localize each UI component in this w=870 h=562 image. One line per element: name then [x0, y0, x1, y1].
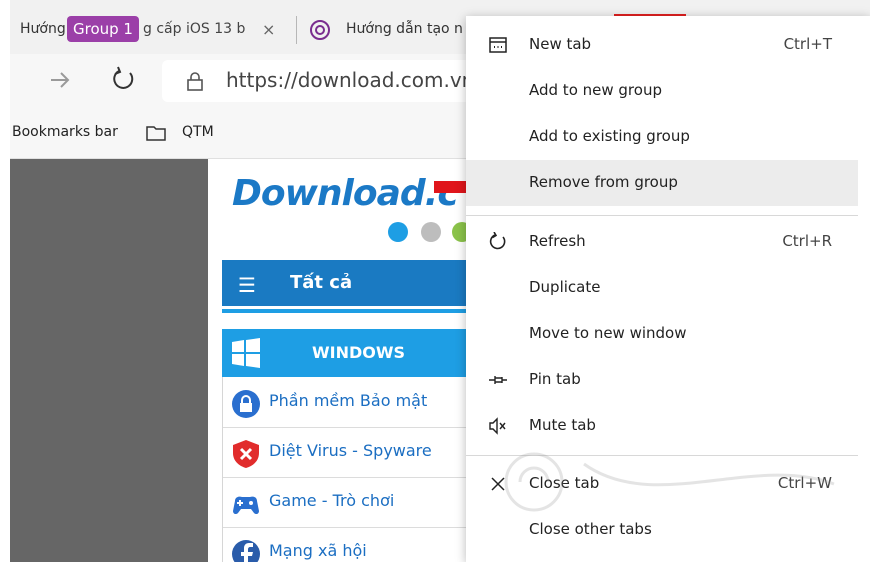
carousel-dot[interactable] [421, 222, 441, 242]
menu-item-add-to-new-group[interactable]: Add to new group [466, 68, 858, 114]
site-logo[interactable]: Download.c [232, 173, 459, 214]
address-bar[interactable]: https://download.com.vn [162, 60, 502, 102]
menu-item-label: Close tab [529, 474, 600, 492]
tab-title: Hướng dẫn tạo n [346, 21, 463, 37]
gamepad-icon [233, 496, 259, 515]
tab-favicon-icon [310, 20, 330, 40]
list-item[interactable]: Diệt Virus - Spyware [223, 427, 477, 478]
menu-item-label: Duplicate [529, 278, 601, 296]
menu-separator [466, 215, 858, 216]
category-title: Tất cả [290, 272, 353, 293]
menu-item-label: Pin tab [529, 370, 581, 388]
tab-separator [296, 16, 297, 44]
menu-item-label: Close other tabs [529, 520, 652, 538]
tab-context-menu: New tab Ctrl+T Add to new group Add to e… [466, 16, 870, 562]
new-tab-icon [489, 37, 507, 53]
menu-item-remove-from-group[interactable]: Remove from group [466, 160, 858, 206]
menu-item-label: Refresh [529, 232, 586, 250]
menu-item-label: Remove from group [529, 173, 678, 191]
menu-item-add-to-existing-group[interactable]: Add to existing group [466, 114, 858, 160]
bookmarks-bar-label: Bookmarks bar [12, 124, 118, 140]
menu-item-duplicate[interactable]: Duplicate [466, 265, 858, 311]
lock-icon [232, 390, 260, 418]
menu-item-mute-tab[interactable]: Mute tab [466, 403, 858, 449]
tab-second[interactable]: Hướng dẫn tạo n [306, 14, 486, 46]
refresh-icon [489, 232, 506, 250]
menu-separator [466, 455, 858, 456]
url-text: https://download.com.vn [226, 68, 475, 92]
refresh-icon[interactable] [110, 66, 136, 92]
mute-icon [489, 417, 506, 435]
lock-icon [187, 72, 203, 91]
list-item-label: Mạng xã hội [269, 541, 367, 560]
forward-arrow-icon[interactable] [48, 68, 72, 92]
menu-item-shortcut: Ctrl+W [777, 474, 832, 492]
menu-item-label: Move to new window [529, 324, 687, 342]
bookmark-folder-qtm[interactable]: QTM [182, 124, 214, 140]
list-item[interactable]: Phần mềm Bảo mật [223, 377, 477, 428]
menu-item-close-tab[interactable]: Close tab Ctrl+W [466, 461, 858, 507]
carousel-dot[interactable] [388, 222, 408, 242]
tab-title-start: Hướng [20, 21, 66, 37]
tab-title-end: g cấp iOS 13 b [143, 21, 246, 37]
category-bar[interactable]: ☰ Tất cả [222, 260, 476, 306]
menu-item-refresh[interactable]: Refresh Ctrl+R [466, 219, 858, 265]
tab-group-chip[interactable]: Group 1 [67, 16, 139, 42]
windows-label: WINDOWS [312, 343, 406, 362]
list-item[interactable]: Mạng xã hội [223, 527, 477, 562]
list-item-label: Phần mềm Bảo mật [269, 391, 428, 410]
hamburger-icon: ☰ [238, 273, 256, 297]
list-item-label: Diệt Virus - Spyware [269, 441, 432, 460]
windows-logo-icon [232, 338, 260, 368]
folder-icon [146, 126, 166, 141]
close-icon [491, 477, 505, 491]
menu-item-move-to-new-window[interactable]: Move to new window [466, 311, 858, 357]
menu-item-new-tab[interactable]: New tab Ctrl+T [466, 22, 858, 68]
menu-item-label: Mute tab [529, 416, 596, 434]
menu-item-label: New tab [529, 35, 592, 53]
menu-item-close-other-tabs[interactable]: Close other tabs [466, 507, 858, 553]
menu-item-pin-tab[interactable]: Pin tab [466, 357, 858, 403]
menu-item-label: Add to existing group [529, 127, 690, 145]
category-divider [222, 309, 476, 313]
menu-item-shortcut: Ctrl+R [782, 232, 832, 250]
tab-active[interactable]: Hướng g cấp iOS 13 b × [10, 14, 292, 46]
pin-icon [489, 376, 507, 384]
tab-close-icon[interactable]: × [262, 20, 275, 39]
shield-icon [233, 440, 259, 468]
windows-section-header[interactable]: WINDOWS [222, 329, 476, 377]
facebook-icon [232, 540, 260, 562]
menu-item-shortcut: Ctrl+T [783, 35, 832, 53]
list-item[interactable]: Game - Trò chơi [223, 477, 477, 528]
category-list: Phần mềm Bảo mật Diệt Virus - Spyware Ga… [222, 377, 477, 562]
menu-item-label: Add to new group [529, 81, 662, 99]
page-margin [10, 159, 208, 562]
list-item-label: Game - Trò chơi [269, 491, 395, 510]
